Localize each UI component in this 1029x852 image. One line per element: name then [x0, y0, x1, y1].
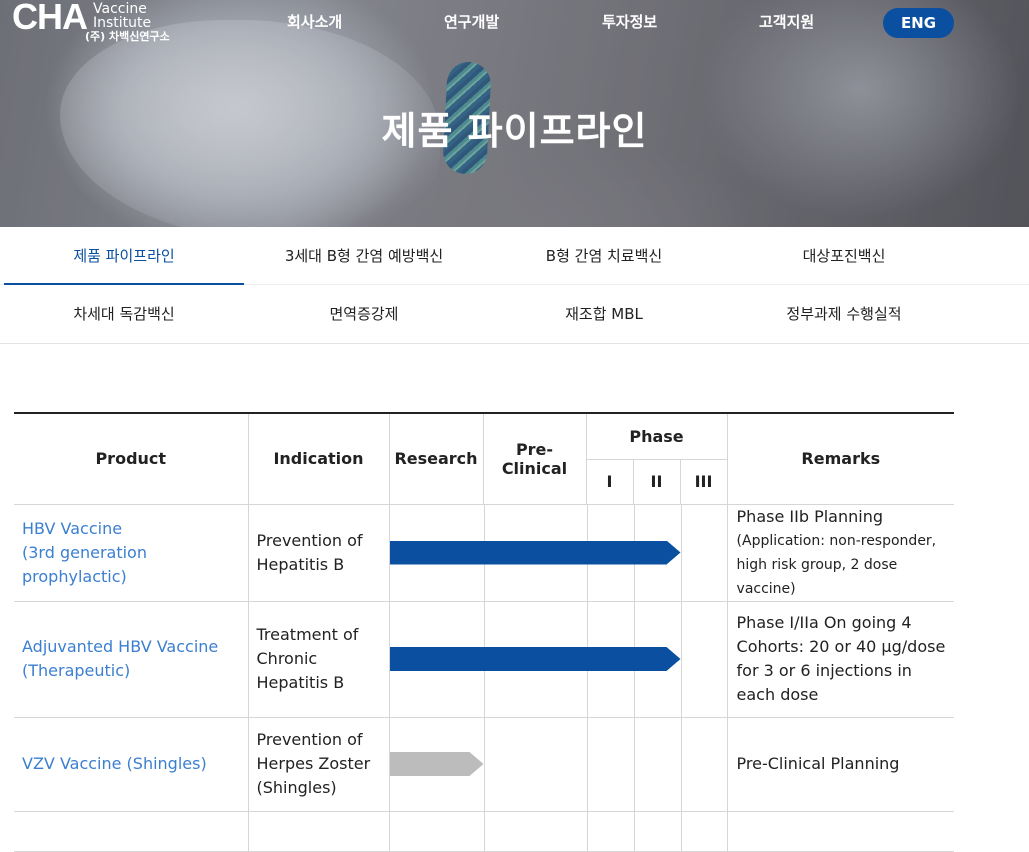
table-row — [14, 810, 955, 852]
tab-flu-vaccine[interactable]: 차세대 독감백신 — [4, 285, 244, 343]
remarks-cell: Phase I/IIa On going 4 Cohorts: 20 or 40… — [726, 600, 955, 718]
indication-cell: Prevention of Herpes Zoster (Shingles) — [247, 716, 390, 812]
progress-bar — [390, 752, 484, 776]
header-indication: Indication — [247, 412, 390, 505]
progress-cell — [388, 503, 728, 602]
header-remarks: Remarks — [726, 412, 955, 505]
header-phase-ii: II — [632, 458, 681, 505]
language-eng-button[interactable]: ENG — [883, 8, 954, 38]
header-preclinical: Pre-Clinical — [482, 412, 587, 505]
tab-government-projects[interactable]: 정부과제 수행실적 — [724, 285, 964, 343]
tab-shingles-vaccine[interactable]: 대상포진백신 — [724, 227, 964, 284]
progress-cell — [388, 716, 728, 812]
tab-adjuvant[interactable]: 면역증강제 — [244, 285, 484, 343]
header-phase: Phase — [585, 412, 728, 460]
remarks-cell: Pre-Clinical Planning — [726, 716, 955, 812]
remarks-cell: Phase IIb Planning (Application: non-res… — [726, 503, 955, 602]
indication-cell: Prevention of Hepatitis B — [247, 503, 390, 602]
indication-cell: Treatment of Chronic Hepatitis B — [247, 600, 390, 718]
header-phase-iii: III — [679, 458, 728, 505]
product-cell[interactable]: VZV Vaccine (Shingles) — [14, 716, 249, 812]
table-row: HBV Vaccine (3rd generation prophylactic… — [14, 503, 955, 602]
nav-item-company[interactable]: 회사소개 — [287, 11, 342, 32]
tab-hbv-prophylactic[interactable]: 3세대 B형 간염 예방백신 — [244, 227, 484, 284]
pipeline-table: Product Indication Research Pre-Clinical… — [14, 412, 955, 852]
hero-banner: CHA Vaccine Institute (주) 차백신연구소 회사소개 연구… — [0, 0, 1029, 227]
product-cell[interactable]: Adjuvanted HBV Vaccine (Therapeutic) — [14, 600, 249, 718]
page-title: 제품 파이프라인 — [381, 109, 648, 153]
sub-nav-row-1: 제품 파이프라인 3세대 B형 간염 예방백신 B형 간염 치료백신 대상포진백… — [0, 227, 1029, 285]
nav-item-research[interactable]: 연구개발 — [444, 11, 499, 32]
tab-recombinant-mbl[interactable]: 재조합 MBL — [484, 285, 724, 343]
nav-item-support[interactable]: 고객지원 — [759, 11, 814, 32]
tab-product-pipeline[interactable]: 제품 파이프라인 — [4, 227, 244, 285]
header-product: Product — [14, 412, 249, 505]
header-research: Research — [388, 412, 484, 505]
main-nav: 회사소개 연구개발 투자정보 고객지원 — [0, 11, 1029, 35]
table-row: VZV Vaccine (Shingles) Prevention of Her… — [14, 716, 955, 812]
tab-hbv-therapeutic[interactable]: B형 간염 치료백신 — [484, 227, 724, 284]
progress-bar — [390, 541, 681, 565]
progress-bar — [390, 647, 681, 671]
sub-nav: 제품 파이프라인 3세대 B형 간염 예방백신 B형 간염 치료백신 대상포진백… — [0, 227, 1029, 344]
sub-nav-row-2: 차세대 독감백신 면역증강제 재조합 MBL 정부과제 수행실적 — [0, 285, 1029, 343]
product-cell[interactable]: HBV Vaccine (3rd generation prophylactic… — [14, 503, 249, 602]
table-row: Adjuvanted HBV Vaccine (Therapeutic) Tre… — [14, 600, 955, 718]
header-phase-i: I — [586, 458, 634, 505]
nav-item-investors[interactable]: 투자정보 — [602, 11, 657, 32]
progress-cell — [388, 600, 728, 718]
